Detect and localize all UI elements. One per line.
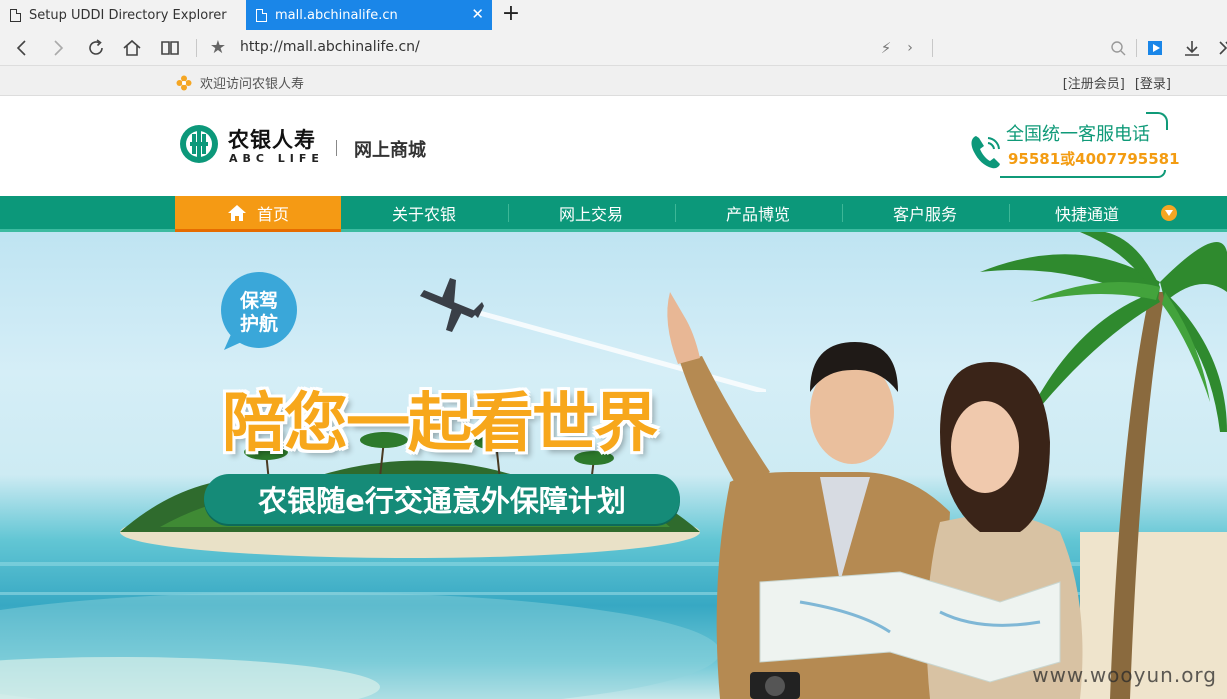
reading-view-icon[interactable]	[160, 38, 180, 58]
toolbar-divider	[196, 39, 197, 57]
logo-english-name: ABC LIFE	[229, 152, 324, 165]
lightning-icon[interactable]: ⚡	[876, 38, 896, 58]
forward-icon[interactable]	[48, 38, 68, 58]
bubble-text: 保驾护航	[239, 290, 278, 335]
home-icon[interactable]	[122, 38, 142, 58]
nav-item-home[interactable]: 首页	[175, 196, 341, 232]
couple-illustration	[667, 292, 1083, 699]
nav-label: 客户服务	[892, 204, 957, 224]
page-icon	[256, 8, 267, 22]
toolbar-divider	[932, 39, 933, 57]
media-play-icon[interactable]	[1146, 38, 1166, 58]
promo-banner[interactable]: 保驾护航 陪您一起看世界 农银随e行交通意外保障计划 www.wooyun.or…	[0, 232, 1227, 699]
address-bar[interactable]: http://mall.abchinalife.cn/	[240, 39, 420, 55]
nav-label: 快捷通道	[1054, 204, 1119, 224]
new-tab-button[interactable]: +	[498, 2, 524, 28]
extensions-icon[interactable]	[1214, 38, 1227, 58]
plan-name[interactable]: 农银随e行交通意外保障计划	[204, 478, 680, 520]
search-icon[interactable]	[1108, 38, 1128, 58]
nav-label: 产品博览	[725, 204, 790, 224]
tab-mall-abchinalife[interactable]: mall.abchinalife.cn ✕	[246, 0, 492, 30]
nav-item-products[interactable]: 产品博览	[675, 196, 841, 229]
browser-toolbar: ★ http://mall.abchinalife.cn/ ⚡ ›	[0, 30, 1227, 66]
banner-slogan: 陪您一起看世界	[222, 387, 658, 461]
tab-setup-uddi[interactable]: Setup UDDI Directory Explorer	[0, 0, 246, 30]
hotline-numbers: 95581或4007795581	[1008, 150, 1180, 168]
welcome-text: 欢迎访问农银人寿	[200, 77, 305, 92]
auth-links: [注册会员] [登录]	[1053, 73, 1171, 92]
welcome-message: 欢迎访问农银人寿	[176, 73, 304, 92]
hotline-arc	[1146, 112, 1168, 130]
nav-item-online-trade[interactable]: 网上交易	[508, 196, 674, 229]
hotline-underline	[1000, 170, 1166, 178]
flower-icon	[176, 75, 192, 90]
hotline-label: 全国统一客服电话	[1006, 124, 1150, 145]
register-link[interactable]: [注册会员]	[1063, 77, 1125, 92]
logo-divider	[336, 140, 337, 156]
nav-item-quick-access[interactable]: 快捷通道	[1009, 196, 1199, 229]
phone-icon	[971, 136, 1000, 169]
abc-life-logo-icon[interactable]	[179, 124, 219, 164]
watermark: www.wooyun.org	[1032, 663, 1217, 687]
logo-chinese-name: 农银人寿	[228, 127, 316, 152]
main-navigation: 首页 关于农银 网上交易 产品博览 客户服务 快捷通道	[0, 196, 1227, 232]
refresh-icon[interactable]	[86, 38, 106, 58]
tab-label: mall.abchinalife.cn	[275, 7, 398, 23]
customer-hotline: 全国统一客服电话 95581或4007795581	[968, 112, 1180, 178]
tab-label: Setup UDDI Directory Explorer	[29, 7, 227, 23]
shop-title: 网上商城	[354, 140, 426, 161]
nav-label: 网上交易	[558, 204, 623, 224]
site-header: 农银人寿 ABC LIFE 网上商城 全国统一客服电话 95581或400779…	[0, 96, 1227, 196]
home-icon	[227, 204, 246, 221]
login-link[interactable]: [登录]	[1135, 77, 1171, 92]
back-icon[interactable]	[12, 38, 32, 58]
close-tab-icon[interactable]: ✕	[471, 6, 484, 22]
toolbar-divider	[1136, 39, 1137, 57]
nav-label: 关于农银	[391, 204, 456, 224]
dropdown-icon[interactable]	[1161, 204, 1177, 221]
browser-tab-bar: Setup UDDI Directory Explorer mall.abchi…	[0, 0, 1227, 30]
download-icon[interactable]	[1182, 38, 1202, 58]
nav-item-about[interactable]: 关于农银	[341, 196, 507, 229]
chevron-right-icon[interactable]: ›	[900, 38, 920, 58]
nav-item-customer-service[interactable]: 客户服务	[842, 196, 1008, 229]
page-icon	[10, 8, 21, 22]
nav-label: 首页	[256, 204, 289, 224]
favorite-star-icon[interactable]: ★	[208, 38, 228, 58]
site-top-bar: 欢迎访问农银人寿 [注册会员] [登录]	[0, 66, 1227, 96]
